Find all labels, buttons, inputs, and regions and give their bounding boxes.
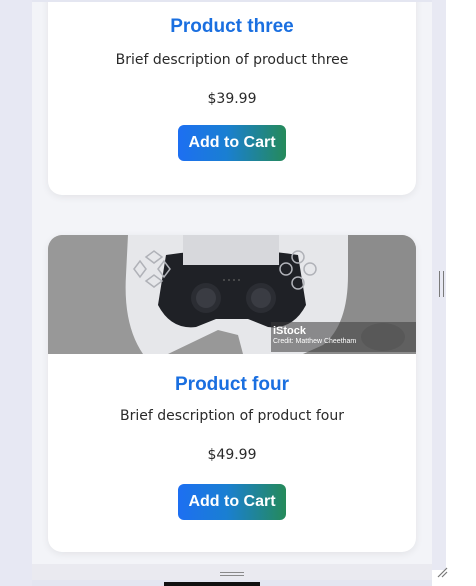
product-image: iStock Credit: Matthew Cheetham <box>48 235 416 354</box>
add-to-cart-button[interactable]: Add to Cart <box>178 125 286 161</box>
product-description: Brief description of product three <box>115 52 349 68</box>
resize-corner-icon[interactable] <box>436 566 448 578</box>
product-title: Product four <box>175 374 289 395</box>
image-watermark: iStock Credit: Matthew Cheetham <box>271 322 416 352</box>
product-list-viewport[interactable]: Product three Brief description of produ… <box>32 2 432 564</box>
product-price: $49.99 <box>207 447 257 463</box>
left-gutter <box>0 0 32 586</box>
add-to-cart-button[interactable]: Add to Cart <box>178 484 286 520</box>
product-description: Brief description of product four <box>120 408 344 424</box>
watermark-credit: Credit: Matthew Cheetham <box>273 338 357 345</box>
product-price: $39.99 <box>207 91 257 107</box>
product-card: Product three Brief description of produ… <box>48 2 416 195</box>
taskbar-strip <box>164 582 260 586</box>
watermark-brand: iStock <box>273 325 307 337</box>
horizontal-resize-handle[interactable] <box>220 572 244 576</box>
product-title: Product three <box>170 16 294 37</box>
product-card: iStock Credit: Matthew Cheetham Product … <box>48 235 416 552</box>
vertical-resize-handle[interactable] <box>439 271 444 297</box>
